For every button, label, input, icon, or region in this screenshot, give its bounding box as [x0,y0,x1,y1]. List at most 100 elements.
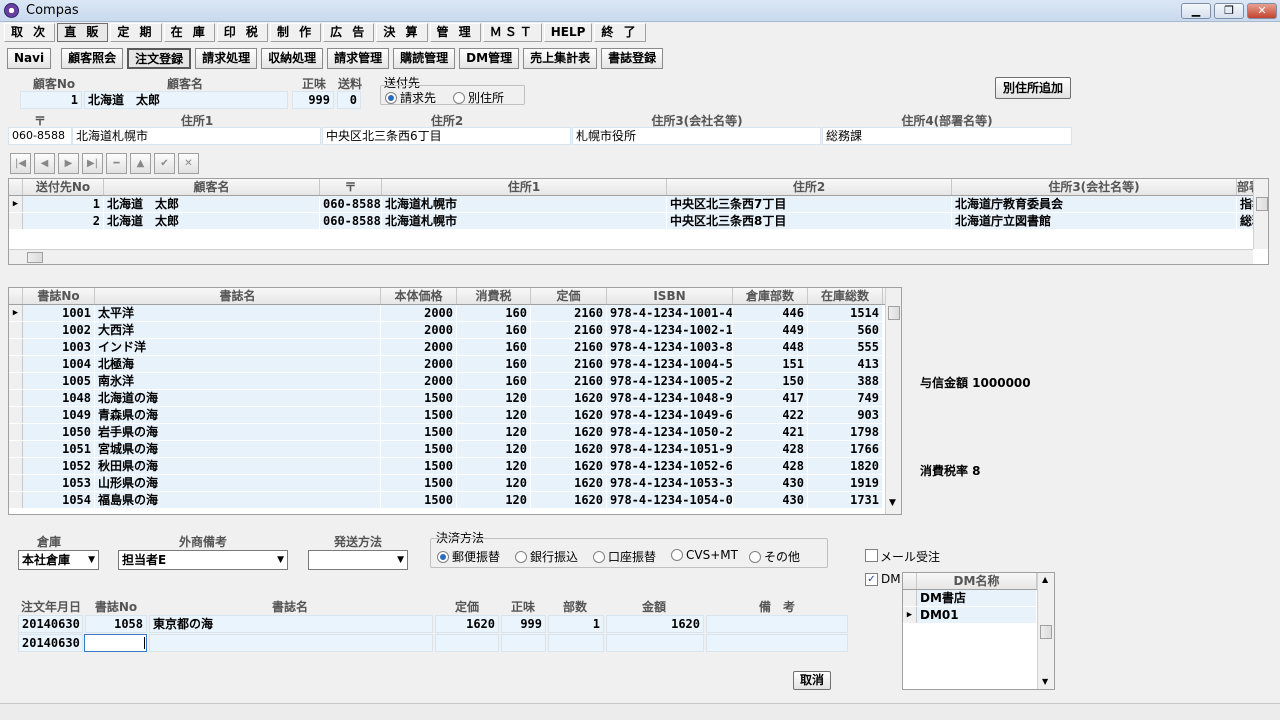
prev-record-icon[interactable]: ◀ [34,153,55,174]
order-note-field[interactable] [706,615,848,633]
menu-kanri[interactable]: 管 理 [429,23,481,42]
address4-field[interactable]: 総務課 [822,127,1072,145]
delete-record-icon[interactable]: ━ [106,153,127,174]
col-tax[interactable]: 消費税 [457,288,531,304]
col-price[interactable]: 定価 [531,288,607,304]
scroll-down-icon[interactable]: ▼ [1042,677,1048,686]
table-row[interactable]: 1004 北極海 2000 160 2160 978-4-1234-1004-5 151 41… [9,356,901,373]
scroll-thumb[interactable] [1256,197,1268,211]
nav-dm-button[interactable]: DM管理 [459,48,520,69]
col-zip[interactable]: 〒 [320,179,382,195]
menu-zaiko[interactable]: 在 庫 [163,23,215,42]
col-customer-name[interactable]: 顧客名 [104,179,320,195]
address3-field[interactable]: 札幌市役所 [572,127,821,145]
address2-field[interactable]: 中央区北三条西6丁目 [322,127,571,145]
sendto-billing-radio[interactable]: 請求先 [385,89,436,106]
first-record-icon[interactable]: |◀ [10,153,31,174]
menu-exit[interactable]: 終 了 [594,23,646,42]
new-order-price-field[interactable] [435,634,499,652]
nav-customer-lookup-button[interactable]: 顧客照会 [61,48,124,69]
scroll-up-icon[interactable]: ▲ [1042,575,1048,584]
menu-inzei[interactable]: 印 税 [216,23,268,42]
next-record-icon[interactable]: ▶ [58,153,79,174]
new-order-date-field[interactable]: 20140630 [18,634,83,652]
close-button[interactable]: ✕ [1247,3,1277,19]
nav-sales-summary-button[interactable]: 売上集計表 [523,48,598,69]
new-order-seimi-field[interactable] [501,634,546,652]
table-row[interactable]: 1053 山形県の海 1500 120 1620 978-4-1234-1053-3 430… [9,475,901,492]
menu-teiki[interactable]: 定 期 [110,23,162,42]
new-order-book-no-input[interactable] [84,634,147,652]
table-row[interactable]: 1050 岩手県の海 1500 120 1620 978-4-1234-1050-2 421… [9,424,901,441]
nav-book-register-button[interactable]: 書誌登録 [601,48,664,69]
col-stock-total[interactable]: 在庫総数 [808,288,883,304]
sendto-hscroll[interactable] [9,249,1253,264]
seimi-field[interactable]: 999 [292,91,334,109]
scroll-thumb[interactable] [27,252,43,263]
table-row[interactable]: ▶ 1001 太平洋 2000 160 2160 978-4-1234-1001-4 446 1… [9,305,901,322]
col-book-title[interactable]: 書誌名 [95,288,381,304]
books-vscroll[interactable]: ▼ [885,288,901,514]
sendto-other-radio[interactable]: 別住所 [453,89,504,106]
nav-navi-button[interactable]: Navi [7,48,52,69]
nav-payment-button[interactable]: 収納処理 [261,48,324,69]
col-sendto-no[interactable]: 送付先No [23,179,104,195]
table-row[interactable]: 1054 福島県の海 1500 120 1620 978-4-1234-1054-0 430… [9,492,901,509]
table-row[interactable]: ▶ 1 北海道 太郎 060-8588 北海道札幌市 中央区北三条西7丁目 北海… [9,196,1268,213]
order-title-field[interactable]: 東京都の海 [149,615,433,633]
nav-order-entry-button[interactable]: 注文登録 [127,48,192,69]
table-row[interactable]: 1052 秋田県の海 1500 120 1620 978-4-1234-1052-6 428… [9,458,901,475]
new-order-qty-field[interactable] [548,634,604,652]
new-order-amount-field[interactable] [606,634,704,652]
edit-record-icon[interactable]: ▲ [130,153,151,174]
col-warehouse-qty[interactable]: 倉庫部数 [733,288,808,304]
nav-billing-manage-button[interactable]: 請求管理 [327,48,390,69]
mail-order-checkbox[interactable] [865,549,878,562]
add-address-button[interactable]: 別住所追加 [995,77,1071,99]
scroll-thumb[interactable] [888,306,900,320]
dm-checkbox[interactable]: ✓ [865,573,878,586]
menu-seisaku[interactable]: 制 作 [269,23,322,42]
cancel-button[interactable]: 取消 [793,671,831,690]
order-date-field[interactable]: 20140630 [18,615,83,633]
dm-vscroll[interactable]: ▲ ▼ [1037,573,1054,689]
table-row[interactable]: 1048 北海道の海 1500 120 1620 978-4-1234-1048-9 417… [9,390,901,407]
col-dm-name[interactable]: DM名称 [917,573,1037,589]
col-address3[interactable]: 住所3(会社名等) [952,179,1237,195]
cancel-record-icon[interactable]: ✕ [178,153,199,174]
order-seimi-field[interactable]: 999 [501,615,546,633]
col-base-price[interactable]: 本体価格 [381,288,457,304]
table-row[interactable]: 2 北海道 太郎 060-8588 北海道札幌市 中央区北三条西8丁目 北海道庁… [9,213,1268,230]
minimize-button[interactable]: ▁ [1181,3,1211,19]
table-row[interactable]: 1003 インド洋 2000 160 2160 978-4-1234-1003-8 448 5… [9,339,901,356]
table-row[interactable]: 1002 大西洋 2000 160 2160 978-4-1234-1002-1 449 56… [9,322,901,339]
payment-account-radio[interactable]: 口座振替 [593,548,656,565]
customer-no-field[interactable]: 1 [20,91,82,109]
new-order-note-field[interactable] [706,634,848,652]
sendto-vscroll[interactable] [1253,179,1268,249]
list-item[interactable]: DM書店 [903,590,1054,607]
menu-kessan[interactable]: 決 算 [376,23,428,42]
list-item[interactable]: ▶ DM01 [903,607,1054,624]
col-isbn[interactable]: ISBN [607,288,733,304]
payment-bank-radio[interactable]: 銀行振込 [515,548,578,565]
table-row[interactable]: 1005 南氷洋 2000 160 2160 978-4-1234-1005-2 150 38… [9,373,901,390]
payment-cvs-radio[interactable]: CVS+MT [671,548,738,562]
menu-help[interactable]: HELP [543,23,593,42]
table-row[interactable]: 1049 青森県の海 1500 120 1620 978-4-1234-1049-6 422… [9,407,901,424]
table-row[interactable]: 1051 宮城県の海 1500 120 1620 978-4-1234-1051-9 428… [9,441,901,458]
menu-koukoku[interactable]: 広 告 [323,23,375,42]
ship-method-select[interactable]: ▼ [308,550,408,570]
warehouse-select[interactable]: 本社倉庫 ▼ [18,550,99,570]
order-amount-field[interactable]: 1620 [606,615,704,633]
last-record-icon[interactable]: ▶| [82,153,103,174]
menu-chokuhan[interactable]: 直 販 [57,23,109,42]
post-record-icon[interactable]: ✔ [154,153,175,174]
restore-button[interactable]: ❐ [1214,3,1244,19]
order-price-field[interactable]: 1620 [435,615,499,633]
col-address1[interactable]: 住所1 [382,179,667,195]
nav-billing-button[interactable]: 請求処理 [195,48,258,69]
zip-field[interactable]: 060-8588 [8,127,72,145]
soryo-field[interactable]: 0 [337,91,361,109]
order-qty-field[interactable]: 1 [548,615,604,633]
